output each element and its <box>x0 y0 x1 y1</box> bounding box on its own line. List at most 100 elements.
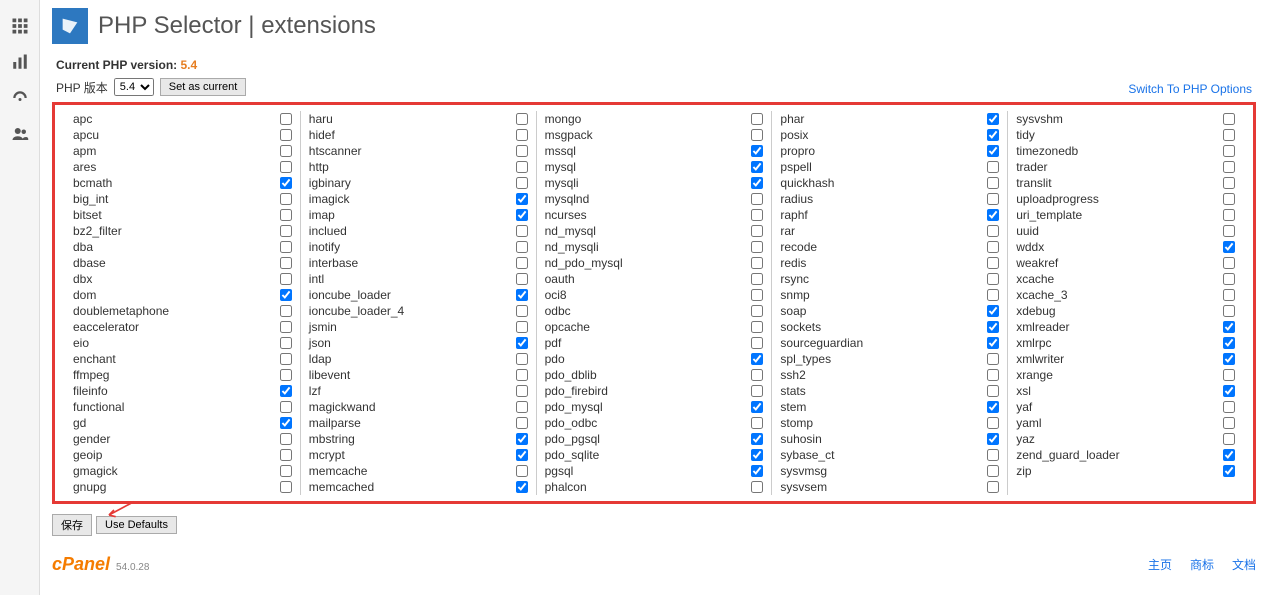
extension-checkbox-fileinfo[interactable] <box>280 385 292 397</box>
extension-checkbox-xmlwriter[interactable] <box>1223 353 1235 365</box>
extension-checkbox-translit[interactable] <box>1223 177 1235 189</box>
extension-checkbox-redis[interactable] <box>987 257 999 269</box>
extension-checkbox-bitset[interactable] <box>280 209 292 221</box>
extension-checkbox-bz2_filter[interactable] <box>280 225 292 237</box>
extension-checkbox-yaf[interactable] <box>1223 401 1235 413</box>
extension-checkbox-big_int[interactable] <box>280 193 292 205</box>
extension-checkbox-gmagick[interactable] <box>280 465 292 477</box>
extension-checkbox-phar[interactable] <box>987 113 999 125</box>
footer-link[interactable]: 文档 <box>1232 556 1256 573</box>
sidebar-stats-icon[interactable] <box>0 44 39 80</box>
extension-checkbox-pdo_odbc[interactable] <box>751 417 763 429</box>
extension-checkbox-raphf[interactable] <box>987 209 999 221</box>
sidebar-dashboard-icon[interactable] <box>0 80 39 116</box>
extension-checkbox-ncurses[interactable] <box>751 209 763 221</box>
extension-checkbox-yaz[interactable] <box>1223 433 1235 445</box>
extension-checkbox-jsmin[interactable] <box>516 321 528 333</box>
extension-checkbox-dbase[interactable] <box>280 257 292 269</box>
extension-checkbox-mysql[interactable] <box>751 161 763 173</box>
extension-checkbox-propro[interactable] <box>987 145 999 157</box>
extension-checkbox-apm[interactable] <box>280 145 292 157</box>
extension-checkbox-xsl[interactable] <box>1223 385 1235 397</box>
extension-checkbox-apcu[interactable] <box>280 129 292 141</box>
extension-checkbox-igbinary[interactable] <box>516 177 528 189</box>
extension-checkbox-inclued[interactable] <box>516 225 528 237</box>
extension-checkbox-mbstring[interactable] <box>516 433 528 445</box>
extension-checkbox-quickhash[interactable] <box>987 177 999 189</box>
extension-checkbox-suhosin[interactable] <box>987 433 999 445</box>
extension-checkbox-lzf[interactable] <box>516 385 528 397</box>
extension-checkbox-memcache[interactable] <box>516 465 528 477</box>
extension-checkbox-ares[interactable] <box>280 161 292 173</box>
extension-checkbox-sockets[interactable] <box>987 321 999 333</box>
extension-checkbox-haru[interactable] <box>516 113 528 125</box>
extension-checkbox-xcache[interactable] <box>1223 273 1235 285</box>
extension-checkbox-soap[interactable] <box>987 305 999 317</box>
extension-checkbox-xrange[interactable] <box>1223 369 1235 381</box>
extension-checkbox-sourceguardian[interactable] <box>987 337 999 349</box>
extension-checkbox-rsync[interactable] <box>987 273 999 285</box>
extension-checkbox-mssql[interactable] <box>751 145 763 157</box>
extension-checkbox-xmlreader[interactable] <box>1223 321 1235 333</box>
php-version-select[interactable]: 5.4 <box>114 78 154 96</box>
extension-checkbox-interbase[interactable] <box>516 257 528 269</box>
extension-checkbox-bcmath[interactable] <box>280 177 292 189</box>
extension-checkbox-libevent[interactable] <box>516 369 528 381</box>
extension-checkbox-imap[interactable] <box>516 209 528 221</box>
extension-checkbox-imagick[interactable] <box>516 193 528 205</box>
extension-checkbox-odbc[interactable] <box>751 305 763 317</box>
extension-checkbox-pdo_dblib[interactable] <box>751 369 763 381</box>
extension-checkbox-oci8[interactable] <box>751 289 763 301</box>
extension-checkbox-functional[interactable] <box>280 401 292 413</box>
extension-checkbox-radius[interactable] <box>987 193 999 205</box>
extension-checkbox-uuid[interactable] <box>1223 225 1235 237</box>
extension-checkbox-msgpack[interactable] <box>751 129 763 141</box>
extension-checkbox-oauth[interactable] <box>751 273 763 285</box>
extension-checkbox-weakref[interactable] <box>1223 257 1235 269</box>
extension-checkbox-pdo_sqlite[interactable] <box>751 449 763 461</box>
extension-checkbox-inotify[interactable] <box>516 241 528 253</box>
extension-checkbox-sysvmsg[interactable] <box>987 465 999 477</box>
extension-checkbox-gender[interactable] <box>280 433 292 445</box>
extension-checkbox-json[interactable] <box>516 337 528 349</box>
extension-checkbox-pdo[interactable] <box>751 353 763 365</box>
extension-checkbox-posix[interactable] <box>987 129 999 141</box>
extension-checkbox-nd_mysqli[interactable] <box>751 241 763 253</box>
extension-checkbox-geoip[interactable] <box>280 449 292 461</box>
extension-checkbox-dba[interactable] <box>280 241 292 253</box>
extension-checkbox-tidy[interactable] <box>1223 129 1235 141</box>
save-button[interactable]: 保存 <box>52 514 92 536</box>
extension-checkbox-snmp[interactable] <box>987 289 999 301</box>
extension-checkbox-sybase_ct[interactable] <box>987 449 999 461</box>
extension-checkbox-xmlrpc[interactable] <box>1223 337 1235 349</box>
extension-checkbox-magickwand[interactable] <box>516 401 528 413</box>
extension-checkbox-http[interactable] <box>516 161 528 173</box>
extension-checkbox-eio[interactable] <box>280 337 292 349</box>
extension-checkbox-hidef[interactable] <box>516 129 528 141</box>
extension-checkbox-nd_pdo_mysql[interactable] <box>751 257 763 269</box>
switch-options-link[interactable]: Switch To PHP Options <box>1128 82 1252 96</box>
extension-checkbox-stomp[interactable] <box>987 417 999 429</box>
extension-checkbox-htscanner[interactable] <box>516 145 528 157</box>
extension-checkbox-dbx[interactable] <box>280 273 292 285</box>
extension-checkbox-doublemetaphone[interactable] <box>280 305 292 317</box>
extension-checkbox-pdo_mysql[interactable] <box>751 401 763 413</box>
extension-checkbox-intl[interactable] <box>516 273 528 285</box>
extension-checkbox-rar[interactable] <box>987 225 999 237</box>
extension-checkbox-zend_guard_loader[interactable] <box>1223 449 1235 461</box>
extension-checkbox-yaml[interactable] <box>1223 417 1235 429</box>
extension-checkbox-spl_types[interactable] <box>987 353 999 365</box>
extension-checkbox-wddx[interactable] <box>1223 241 1235 253</box>
extension-checkbox-pgsql[interactable] <box>751 465 763 477</box>
extension-checkbox-memcached[interactable] <box>516 481 528 493</box>
extension-checkbox-mailparse[interactable] <box>516 417 528 429</box>
extension-checkbox-stem[interactable] <box>987 401 999 413</box>
extension-checkbox-pdo_pgsql[interactable] <box>751 433 763 445</box>
extension-checkbox-uploadprogress[interactable] <box>1223 193 1235 205</box>
extension-checkbox-dom[interactable] <box>280 289 292 301</box>
extension-checkbox-recode[interactable] <box>987 241 999 253</box>
footer-link[interactable]: 商标 <box>1190 556 1214 573</box>
extension-checkbox-phalcon[interactable] <box>751 481 763 493</box>
extension-checkbox-pdo_firebird[interactable] <box>751 385 763 397</box>
extension-checkbox-xcache_3[interactable] <box>1223 289 1235 301</box>
